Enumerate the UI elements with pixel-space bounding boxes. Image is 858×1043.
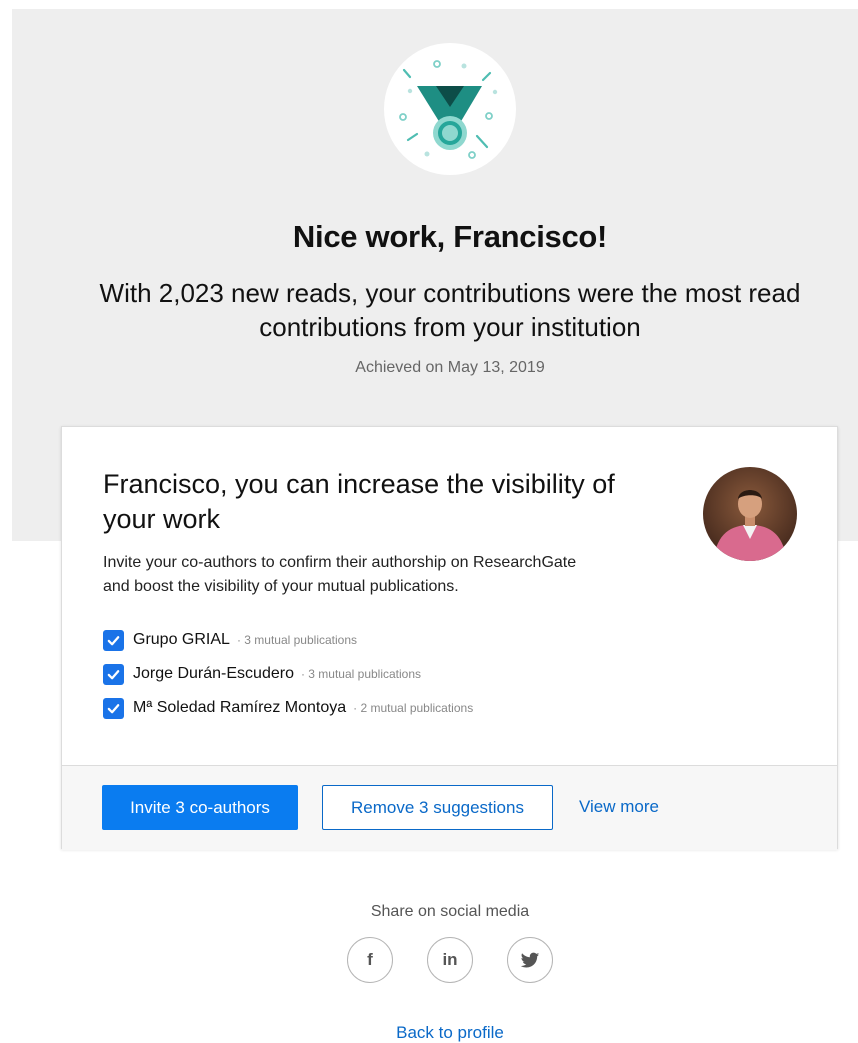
user-photo	[703, 467, 797, 561]
coauthor-item: Jorge Durán-Escudero · 3 mutual publicat…	[103, 657, 473, 691]
linkedin-share-button[interactable]: in	[427, 937, 473, 983]
card-description: Invite your co-authors to confirm their …	[103, 551, 673, 599]
view-more-link[interactable]: View more	[579, 797, 659, 817]
mutual-publications-count: · 2 mutual publications	[353, 701, 474, 715]
remove-suggestions-button[interactable]: Remove 3 suggestions	[322, 785, 553, 830]
card-title-line2: your work	[103, 504, 221, 534]
coauthor-checkbox[interactable]	[103, 697, 124, 719]
twitter-share-button[interactable]	[507, 937, 553, 983]
achievement-description-line1: With 2,023 new reads, your contributions…	[99, 278, 801, 308]
back-to-profile-link[interactable]: Back to profile	[0, 1023, 858, 1043]
card-description-line1: Invite your co-authors to confirm their …	[103, 554, 577, 571]
achieved-date: Achieved on May 13, 2019	[355, 359, 545, 376]
checkmark-icon	[107, 703, 120, 713]
achievement-badge	[384, 43, 516, 175]
coauthor-name[interactable]: Mª Soledad Ramírez Montoya	[133, 699, 346, 717]
card-description-line2: and boost the visibility of your mutual …	[103, 578, 459, 595]
checkmark-icon	[107, 635, 120, 645]
medal-icon	[399, 60, 498, 159]
coauthor-invite-card: Francisco, you can increase the visibili…	[61, 426, 838, 850]
linkedin-icon: in	[442, 950, 458, 969]
coauthor-list: Grupo GRIAL · 3 mutual publications Jorg…	[103, 623, 473, 725]
mutual-publications-count: · 3 mutual publications	[300, 667, 422, 681]
coauthor-checkbox[interactable]	[103, 663, 124, 685]
twitter-icon	[520, 952, 540, 968]
coauthor-name[interactable]: Jorge Durán-Escudero	[133, 665, 294, 683]
invite-coauthors-button[interactable]: Invite 3 co-authors	[102, 785, 298, 830]
achievement-description: With 2,023 new reads, your contributions…	[30, 276, 858, 344]
achievement-headline: Nice work, Francisco!	[292, 219, 608, 254]
coauthor-item: Grupo GRIAL · 3 mutual publications	[103, 623, 473, 657]
avatar	[703, 467, 797, 561]
coauthor-name[interactable]: Grupo GRIAL	[133, 631, 230, 649]
achievement-description-line2: contributions from your institution	[259, 312, 641, 342]
coauthor-item: Mª Soledad Ramírez Montoya · 2 mutual pu…	[103, 691, 473, 725]
mutual-publications-count: · 3 mutual publications	[236, 633, 358, 647]
card-title-line1: Francisco, you can increase the visibili…	[103, 469, 615, 499]
facebook-share-button[interactable]: f	[347, 937, 393, 983]
checkmark-icon	[107, 669, 120, 679]
share-label: Share on social media	[370, 903, 530, 920]
card-title: Francisco, you can increase the visibili…	[103, 467, 683, 537]
card-actions: Invite 3 co-authors Remove 3 suggestions…	[62, 766, 837, 850]
coauthor-checkbox[interactable]	[103, 629, 124, 651]
facebook-icon: f	[367, 950, 373, 969]
